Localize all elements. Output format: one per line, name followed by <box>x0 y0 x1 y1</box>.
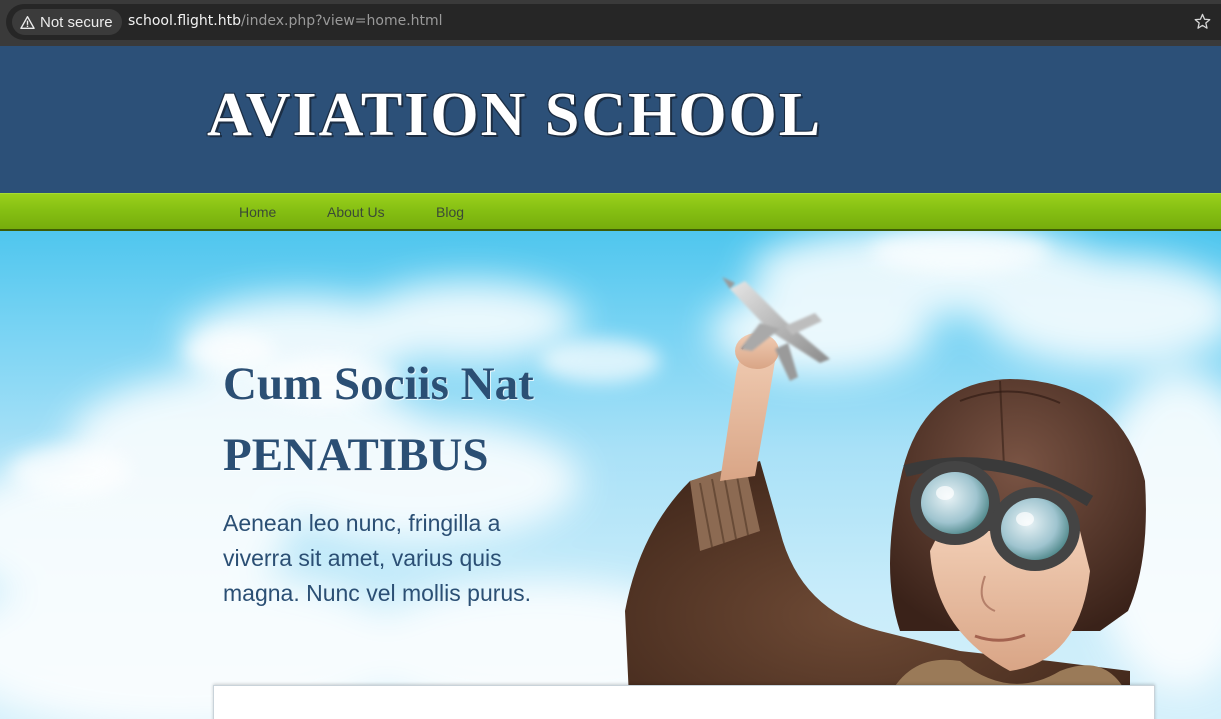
site-header: AVIATION SCHOOL <box>0 46 1221 193</box>
content-panel <box>213 685 1155 719</box>
url-text[interactable]: school.flight.htb/index.php?view=home.ht… <box>128 13 443 29</box>
browser-address-bar: Not secure school.flight.htb/index.php?v… <box>0 0 1221 46</box>
hero-heading-line2: PENATIBUS <box>223 429 489 481</box>
warning-triangle-icon <box>20 15 35 29</box>
main-nav: Home About Us Blog <box>0 193 1221 231</box>
hero-heading-line1: Cum Sociis Nat <box>223 358 534 410</box>
url-host: school.flight.htb <box>128 13 241 29</box>
nav-item-about-us[interactable]: About Us <box>327 204 385 220</box>
pilot-boy-photo <box>625 277 1146 719</box>
hero-banner: Cum Sociis Nat PENATIBUS Aenean leo nunc… <box>0 231 1221 719</box>
hero-heading: Cum Sociis Nat PENATIBUS <box>223 349 603 491</box>
url-path: /index.php?view=home.html <box>241 13 443 29</box>
nav-item-blog[interactable]: Blog <box>436 204 464 220</box>
site-title[interactable]: AVIATION SCHOOL <box>207 84 822 146</box>
nav-item-home[interactable]: Home <box>239 204 276 220</box>
hero-text: Aenean leo nunc, fringilla a viverra sit… <box>223 510 532 606</box>
security-label: Not secure <box>40 13 113 31</box>
star-icon[interactable] <box>1193 12 1212 31</box>
security-indicator[interactable]: Not secure <box>12 9 122 35</box>
